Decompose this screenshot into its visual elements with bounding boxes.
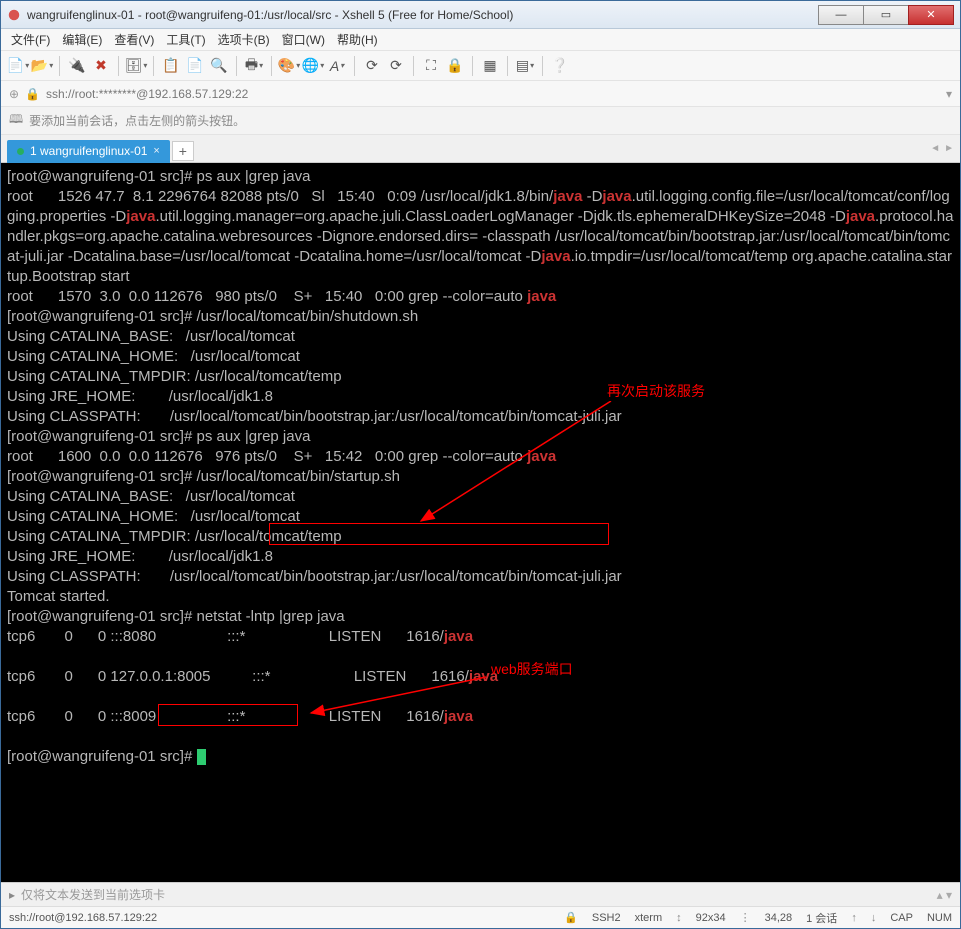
status-connection: ssh://root@192.168.57.129:22	[9, 912, 157, 924]
terminal-line: [root@wangruifeng-01 src]#	[7, 747, 954, 767]
close-button[interactable]: ✕	[908, 5, 954, 25]
terminal-line	[7, 647, 954, 667]
print-icon[interactable]: 🖶▾	[245, 57, 263, 75]
keypad-icon[interactable]: ▦	[481, 57, 499, 75]
hint-bar: 🕮 要添加当前会话，点击左侧的箭头按钮。	[1, 107, 960, 135]
status-size: 92x34	[696, 912, 726, 924]
addr-dropdown-icon[interactable]: ▾	[946, 87, 952, 101]
layout-icon[interactable]: ▤▾	[516, 57, 534, 75]
terminal-line: tcp6 0 0 127.0.0.1:8005 :::* LISTEN 1616…	[7, 667, 954, 687]
xftp-icon[interactable]: ⟳	[363, 57, 381, 75]
titlebar: wangruifenglinux-01 - root@wangruifeng-0…	[1, 1, 960, 29]
tab-bar: 1 wangruifenglinux-01 × + ◄ ►	[1, 135, 960, 163]
menu-help[interactable]: 帮助(H)	[337, 31, 378, 48]
terminal-line: [root@wangruifeng-01 src]# /usr/local/to…	[7, 467, 954, 487]
terminal-line: Using CATALINA_BASE: /usr/local/tomcat	[7, 327, 954, 347]
toolbar: 📄▾ 📂▾ 🔌 ✖ 🗄▾ 📋 📄 🔍 🖶▾ 🎨▾ 🌐▾ A▾ ⟳ ⟳ ⛶ 🔒 ▦…	[1, 51, 960, 81]
color-icon[interactable]: 🎨▾	[280, 57, 298, 75]
terminal-line: Using CLASSPATH: /usr/local/tomcat/bin/b…	[7, 407, 954, 427]
addr-plus-icon[interactable]: ⊕	[9, 87, 19, 101]
status-cap: CAP	[890, 912, 913, 924]
status-bar: ssh://root@192.168.57.129:22 🔒 SSH2 xter…	[1, 906, 960, 928]
find-icon[interactable]: 🔍	[210, 57, 228, 75]
menu-bar: 文件(F) 编辑(E) 查看(V) 工具(T) 选项卡(B) 窗口(W) 帮助(…	[1, 29, 960, 51]
status-cursor: 34,28	[765, 912, 793, 924]
encoding-icon[interactable]: 🌐▾	[304, 57, 322, 75]
tab-prev-icon[interactable]: ◄	[930, 143, 940, 154]
send-up-icon[interactable]: ▴ ▾	[937, 888, 952, 902]
new-session-icon[interactable]: 📄▾	[9, 57, 27, 75]
tab-next-icon[interactable]: ►	[944, 143, 954, 154]
terminal-line: Using JRE_HOME: /usr/local/jdk1.8	[7, 387, 954, 407]
terminal-line: root 1526 47.7 8.1 2296764 82088 pts/0 S…	[7, 187, 954, 287]
open-icon[interactable]: 📂▾	[33, 57, 51, 75]
terminal-line: Using CATALINA_TMPDIR: /usr/local/tomcat…	[7, 527, 954, 547]
properties-icon[interactable]: 🗄▾	[127, 57, 145, 75]
xagent-icon[interactable]: ⟳	[387, 57, 405, 75]
lock-small-icon: 🔒	[25, 87, 40, 101]
status-num: NUM	[927, 912, 952, 924]
status-protocol: SSH2	[592, 912, 621, 924]
terminal-line: Using CATALINA_TMPDIR: /usr/local/tomcat…	[7, 367, 954, 387]
terminal-line: Tomcat started.	[7, 587, 954, 607]
status-term: xterm	[635, 912, 663, 924]
send-text: 仅将文本发送到当前选项卡	[21, 886, 165, 903]
status-dot-icon	[17, 148, 24, 155]
menu-window[interactable]: 窗口(W)	[282, 31, 325, 48]
terminal-line: tcp6 0 0 :::8080 :::* LISTEN 1616/java	[7, 627, 954, 647]
up-icon[interactable]: ↑	[851, 912, 857, 924]
app-window: wangruifenglinux-01 - root@wangruifeng-0…	[0, 0, 961, 929]
menu-tools[interactable]: 工具(T)	[166, 31, 205, 48]
copy-icon[interactable]: 📋	[162, 57, 180, 75]
session-tab[interactable]: 1 wangruifenglinux-01 ×	[7, 140, 170, 163]
terminal-line: root 1570 3.0 0.0 112676 980 pts/0 S+ 15…	[7, 287, 954, 307]
minimize-button[interactable]: —	[818, 5, 864, 25]
terminal-line	[7, 727, 954, 747]
terminal-line: [root@wangruifeng-01 src]# netstat -lntp…	[7, 607, 954, 627]
reconnect-icon[interactable]: 🔌	[68, 57, 86, 75]
font-icon[interactable]: A▾	[328, 57, 346, 75]
terminal-line: Using CATALINA_HOME: /usr/local/tomcat	[7, 507, 954, 527]
terminal-line: tcp6 0 0 :::8009 :::* LISTEN 1616/java	[7, 707, 954, 727]
terminal-line: root 1600 0.0 0.0 112676 976 pts/0 S+ 15…	[7, 447, 954, 467]
menu-view[interactable]: 查看(V)	[114, 31, 154, 48]
down-icon[interactable]: ↓	[871, 912, 877, 924]
terminal-line	[7, 687, 954, 707]
terminal-line: Using CLASSPATH: /usr/local/tomcat/bin/b…	[7, 567, 954, 587]
address-input[interactable]: ssh://root:********@192.168.57.129:22	[46, 87, 940, 101]
terminal-line: [root@wangruifeng-01 src]# ps aux |grep …	[7, 427, 954, 447]
terminal-line: Using CATALINA_BASE: /usr/local/tomcat	[7, 487, 954, 507]
terminal-line: [root@wangruifeng-01 src]# /usr/local/to…	[7, 307, 954, 327]
address-bar: ⊕ 🔒 ssh://root:********@192.168.57.129:2…	[1, 81, 960, 107]
menu-tab[interactable]: 选项卡(B)	[218, 31, 270, 48]
terminal-output[interactable]: [root@wangruifeng-01 src]# ps aux |grep …	[1, 163, 960, 882]
size-icon: ↕	[676, 912, 682, 924]
bookmark-add-icon[interactable]: 🕮	[9, 110, 23, 131]
app-icon	[7, 8, 21, 22]
ssh-icon: 🔒	[564, 911, 578, 924]
paste-icon[interactable]: 📄	[186, 57, 204, 75]
send-icon: ▸	[9, 888, 15, 902]
maximize-button[interactable]: ▭	[863, 5, 909, 25]
pos-icon: ⋮	[740, 911, 751, 924]
tab-add-button[interactable]: +	[172, 141, 194, 161]
terminal-line: [root@wangruifeng-01 src]# ps aux |grep …	[7, 167, 954, 187]
help-icon[interactable]: ❔	[551, 57, 569, 75]
disconnect-icon[interactable]: ✖	[92, 57, 110, 75]
status-sessions: 1 会话	[806, 910, 837, 926]
menu-file[interactable]: 文件(F)	[11, 31, 50, 48]
menu-edit[interactable]: 编辑(E)	[62, 31, 102, 48]
tab-close-icon[interactable]: ×	[153, 145, 159, 157]
send-bar[interactable]: ▸ 仅将文本发送到当前选项卡 ▴ ▾	[1, 882, 960, 906]
lock-icon[interactable]: 🔒	[446, 57, 464, 75]
window-title: wangruifenglinux-01 - root@wangruifeng-0…	[27, 8, 819, 22]
tab-label: 1 wangruifenglinux-01	[30, 144, 147, 158]
terminal-line: Using CATALINA_HOME: /usr/local/tomcat	[7, 347, 954, 367]
terminal-line: Using JRE_HOME: /usr/local/jdk1.8	[7, 547, 954, 567]
hint-text: 要添加当前会话，点击左侧的箭头按钮。	[29, 112, 245, 129]
fullscreen-icon[interactable]: ⛶	[422, 57, 440, 75]
